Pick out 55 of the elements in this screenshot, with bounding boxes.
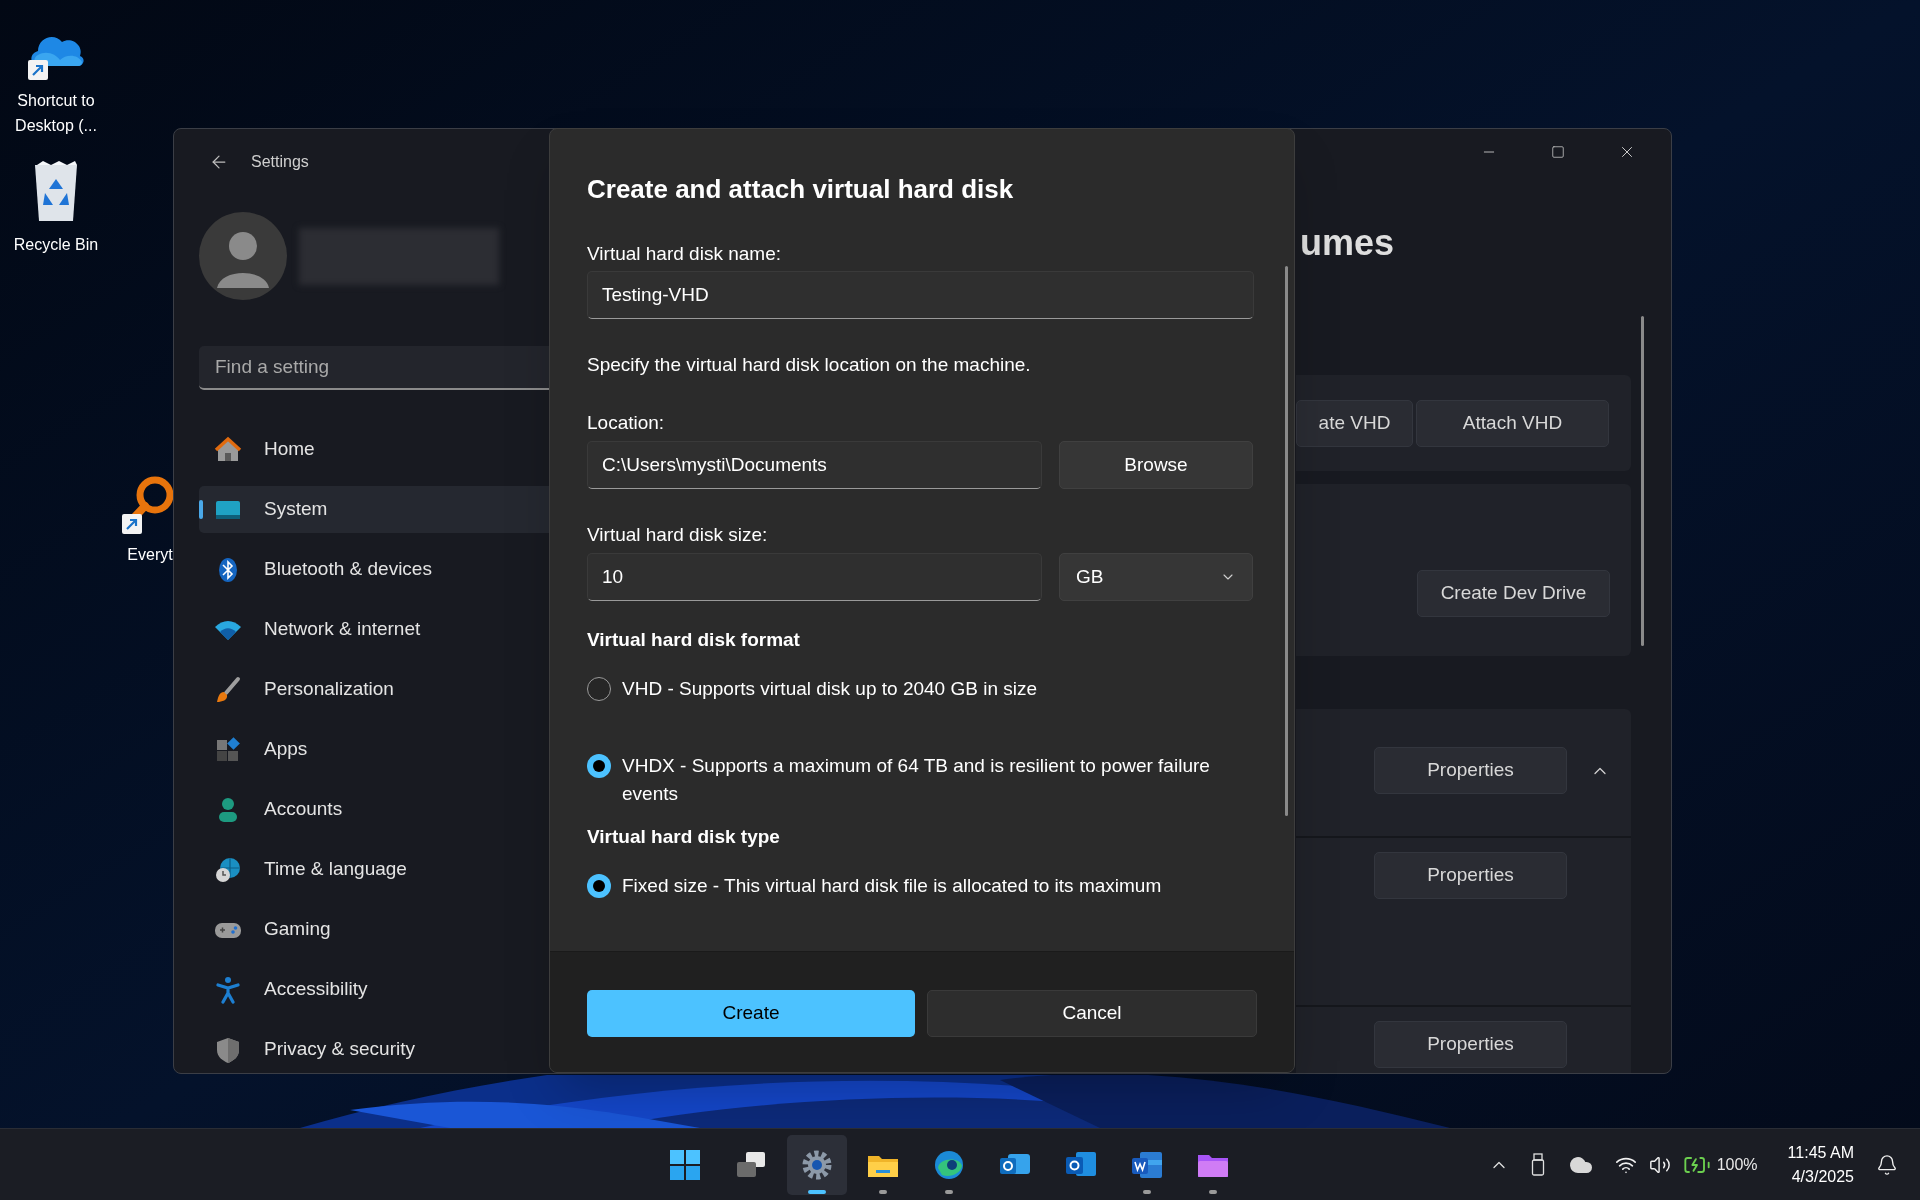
nav-item[interactable]: Personalization <box>199 666 550 713</box>
radio-button[interactable] <box>587 874 611 898</box>
dialog-title: Create and attach virtual hard disk <box>587 174 1015 204</box>
search-field[interactable]: Find a setting <box>199 346 550 390</box>
usb-drive-icon[interactable] <box>1530 1152 1547 1177</box>
desktop-icon-label[interactable]: Shortcut to Desktop (... <box>15 88 97 138</box>
notification-bell-icon[interactable] <box>1876 1153 1898 1176</box>
section-heading: Virtual hard disk type <box>587 825 781 849</box>
desktop-icon-label[interactable]: Recycle Bin <box>13 232 99 257</box>
battery-percentage: 100% <box>1716 1154 1758 1175</box>
recycle-bin-icon <box>33 161 79 223</box>
shield-icon <box>214 1035 242 1064</box>
nav-item[interactable]: System <box>199 486 550 533</box>
brush-icon <box>214 675 242 704</box>
house-icon <box>214 435 242 464</box>
vhd-button[interactable]: ate VHD <box>1296 399 1413 447</box>
maximize-icon[interactable] <box>1550 145 1565 159</box>
nav-item[interactable]: Home <box>199 426 550 473</box>
dev-drive-button[interactable]: Create Dev Drive <box>1417 570 1610 617</box>
properties-button[interactable]: Properties <box>1374 747 1567 794</box>
section-heading: Virtual hard disk format <box>587 628 801 652</box>
nav-item[interactable]: Privacy & security <box>199 1026 550 1073</box>
avatar-icon <box>199 212 287 301</box>
field-label: Virtual hard disk size: <box>587 523 769 547</box>
page-heading: umes <box>1299 221 1396 265</box>
desktop-icon-label[interactable]: Everyt <box>127 542 173 567</box>
radio-button[interactable] <box>587 754 611 778</box>
accessibility-icon <box>214 975 242 1004</box>
name-field[interactable]: Testing-VHD <box>587 271 1254 319</box>
globe-clock-icon <box>214 855 242 884</box>
start-icon <box>668 1147 702 1182</box>
nav-item[interactable]: Apps <box>199 726 550 773</box>
radio-label: VHDX - Supports a maximum of 64 TB and is resilient to power failure events <box>622 754 1211 806</box>
browse-button[interactable]: Browse <box>1059 441 1253 489</box>
size-field[interactable]: 10 <box>587 553 1042 601</box>
create-button[interactable]: Create <box>587 990 915 1037</box>
properties-button[interactable]: Properties <box>1374 1021 1567 1068</box>
nav-item[interactable]: Accounts <box>199 786 550 833</box>
taskbar-app[interactable] <box>787 1134 847 1195</box>
nav-item[interactable]: Accessibility <box>199 966 550 1013</box>
clock-time[interactable]: 11:45 AM <box>1787 1140 1854 1165</box>
radio-label: Fixed size - This virtual hard disk file is allocated to its maximum <box>622 874 1162 898</box>
location-hint: Specify the virtual hard disk location on the machine. <box>587 353 1032 377</box>
field-label: Virtual hard disk name: <box>587 242 782 266</box>
cancel-button[interactable]: Cancel <box>927 990 1257 1037</box>
properties-button[interactable]: Properties <box>1374 852 1567 899</box>
clock-date[interactable]: 4/3/2025 <box>1791 1164 1854 1189</box>
apps-icon <box>214 735 242 764</box>
vhd-button[interactable]: Attach VHD <box>1416 399 1609 447</box>
unit-dropdown[interactable]: GB <box>1059 553 1253 601</box>
radio-button[interactable] <box>587 677 611 701</box>
field-label: Location: <box>587 411 666 435</box>
radio-label: VHD - Supports virtual disk up to 2040 GB in size <box>622 677 1039 701</box>
window-title: Settings <box>251 152 309 173</box>
location-field[interactable]: C:\Users\mysti\Documents <box>587 441 1042 489</box>
